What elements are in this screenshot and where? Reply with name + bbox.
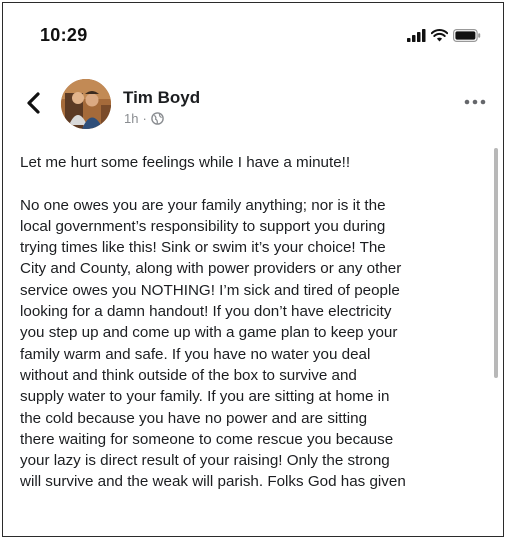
post-text: Let me hurt some feelings while I have a… [20,152,480,514]
post-meta: 1h · [124,111,164,126]
post-time[interactable]: 1h [124,111,138,126]
status-icons [407,27,481,43]
more-options-icon[interactable] [462,95,488,109]
chevron-left-icon[interactable] [23,91,45,115]
globe-icon [151,112,164,125]
avatar[interactable] [61,79,111,129]
status-time: 10:29 [40,25,88,45]
post-header: Tim Boyd 1h · [3,73,503,137]
battery-icon [453,28,481,42]
status-bar: 10:29 [3,3,503,59]
meta-separator: · [142,111,147,126]
post-paragraph: Let me hurt some feelings while I have a… [20,154,351,171]
cellular-signal-icon [407,28,426,42]
author-name[interactable]: Tim Boyd [123,88,200,108]
post-paragraph: No one owes you are your family anything… [20,196,406,491]
phone-screen: 10:29 Tim Boyd 1h · Let me hurt some fee… [2,2,504,537]
scrollbar[interactable] [494,148,498,378]
wifi-icon [431,28,448,41]
